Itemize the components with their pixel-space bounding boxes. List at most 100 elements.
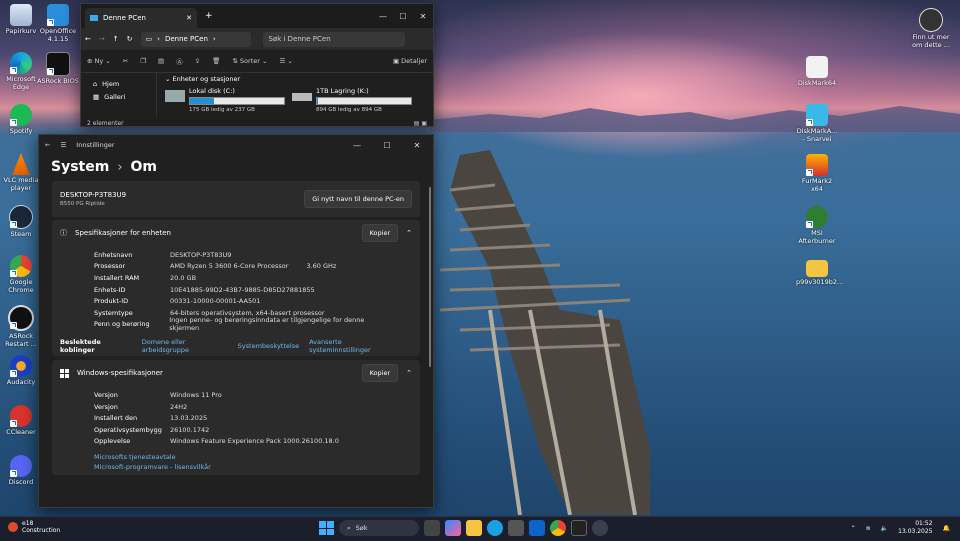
details-button[interactable]: ▣ Detaljer [393, 57, 427, 65]
link-domain-workgroup[interactable]: Domene eller arbeidsgruppe [142, 338, 228, 354]
clock[interactable]: 01:52 13.03.2025 [898, 520, 932, 536]
desktop-icon-folder[interactable]: p99v3019b2... [796, 256, 843, 287]
desktop-icon-asrock-restart[interactable]: ASRock Restart ... [0, 305, 42, 348]
desktop-icon-asrock-bios[interactable]: ASRock BIOS [37, 52, 79, 86]
desktop-icon-diskmark-shortcut[interactable]: DiskMarkA... - Snarvei [796, 104, 838, 143]
minimize-icon[interactable]: — [373, 12, 393, 21]
close-icon[interactable]: ✕ [413, 12, 433, 21]
desktop-icon-diskmark64[interactable]: DiskMark64 [796, 56, 838, 88]
chevron-up-icon[interactable]: ⌃ [406, 229, 412, 237]
tiles-view-icon[interactable]: ▣ [421, 120, 427, 126]
notification-bell-icon[interactable]: 🔔 [943, 525, 950, 532]
spec-key: Produkt-ID [94, 297, 129, 306]
terminal-icon[interactable] [571, 520, 587, 536]
desktop-icon-chrome[interactable]: Google Chrome [0, 255, 42, 294]
rename-icon[interactable]: Ⓐ [176, 56, 183, 66]
paste-icon[interactable]: ▤ [158, 57, 164, 65]
spec-row: Prosessor AMD Ryzen 5 3600 6-Core Process… [94, 261, 412, 273]
windows-spec-card: Windows-spesifikasjoner Kopier ⌃ Versjon… [52, 360, 420, 476]
back-arrow-icon[interactable]: ← [85, 35, 91, 43]
delete-icon[interactable]: 🗑 [212, 57, 220, 65]
up-arrow-icon[interactable]: ↑ [113, 35, 119, 43]
spec-row: Penn og berøring Ingen penne- og berøring… [94, 316, 412, 332]
desktop-icon-learn-more[interactable]: Finn ut mer om dette ... [910, 8, 952, 49]
taskbar-search[interactable]: ⌕ Søk [339, 520, 419, 536]
back-arrow-icon[interactable]: ← [45, 141, 50, 149]
address-bar[interactable]: ▭ › Denne PCen › [140, 31, 251, 47]
desktop-icon-audacity[interactable]: Audacity [0, 355, 42, 387]
view-icon[interactable]: ☰ ⌄ [279, 57, 292, 65]
desktop-icon-msi-afterburner[interactable]: MSI Afterburner [796, 206, 838, 245]
chrome-icon[interactable] [550, 520, 566, 536]
desktop-icon-edge[interactable]: Microsoft Edge [0, 52, 42, 91]
spec-value: 13.03.2025 [170, 414, 208, 423]
desktop-icon-steam[interactable]: Steam [0, 205, 42, 239]
settings-window[interactable]: ← ☰ Innstillinger — ☐ ✕ System › Om DESK… [38, 134, 434, 508]
search-box[interactable]: Søk i Denne PCen [262, 31, 405, 47]
edge-icon[interactable] [487, 520, 503, 536]
gallery-icon: ▦ [93, 92, 100, 101]
crumb-parent[interactable]: System [51, 159, 109, 175]
minimize-icon[interactable]: — [347, 141, 367, 150]
forward-arrow-icon[interactable]: → [99, 35, 105, 43]
nav-item-gallery[interactable]: ▦ Galleri [93, 90, 144, 103]
details-view-icon[interactable]: ▤ [414, 120, 420, 126]
cut-icon[interactable]: ✂ [123, 57, 128, 65]
file-explorer-window[interactable]: Denne PCen ✕ + — ☐ ✕ ← → ↑ ↻ ▭ › Denne PC… [80, 3, 434, 127]
new-button[interactable]: ⊕ Ny ⌄ [87, 57, 111, 65]
spec-row: Enhets-ID 10E41885-99D2-43B7-9885-D85D278… [94, 284, 412, 296]
new-tab-icon[interactable]: + [205, 11, 213, 21]
breadcrumb: System › Om [39, 155, 433, 181]
spec-value: 24H2 [170, 402, 188, 411]
wifi-icon[interactable]: ≋ [866, 525, 871, 532]
drive-k[interactable]: 1TB Lagring (K:) 894 GB ledig av 894 GB [292, 87, 412, 113]
copy-windows-spec-button[interactable]: Kopier [361, 364, 399, 383]
close-tab-icon[interactable]: ✕ [186, 14, 192, 22]
outlook-icon[interactable] [529, 520, 545, 536]
weather-widget[interactable]: e18 Construction [8, 520, 60, 534]
desktop-icon-furmark[interactable]: FurMark2 x64 [796, 154, 838, 193]
chevron-up-icon[interactable]: ⌃ [851, 525, 856, 532]
scrollbar[interactable] [429, 187, 431, 367]
tab-denne-pcen[interactable]: Denne PCen ✕ [85, 8, 197, 28]
link-service-agreement[interactable]: Microsofts tjenesteavtale [94, 453, 420, 463]
link-advanced-settings[interactable]: Avanserte systeminnstillinger [309, 338, 398, 354]
nav-item-home[interactable]: ⌂ Hjem [93, 77, 144, 90]
drive-icon [165, 90, 185, 102]
group-header[interactable]: ⌄ Enheter og stasjoner [165, 75, 425, 83]
settings-gear-icon[interactable] [592, 520, 608, 536]
volume-icon[interactable]: 🔈 [881, 525, 888, 532]
copy-device-spec-button[interactable]: Kopier [361, 224, 399, 242]
desktop-icon-openoffice[interactable]: OpenOffice 4.1.15 [37, 4, 79, 43]
refresh-icon[interactable]: ↻ [127, 35, 133, 43]
maximize-icon[interactable]: ☐ [377, 141, 397, 150]
chevron-up-icon[interactable]: ⌃ [406, 369, 412, 377]
copy-icon[interactable]: ❐ [140, 57, 146, 65]
store-icon[interactable] [508, 520, 524, 536]
audacity-icon [10, 355, 32, 377]
spec-key: Versjon [94, 402, 118, 411]
desktop-icon-discord[interactable]: Discord [0, 455, 42, 487]
rename-pc-button[interactable]: Gi nytt navn til denne PC-en [304, 190, 412, 208]
desktop-icon-recycle-bin[interactable]: Papirkurv [0, 4, 42, 36]
share-icon[interactable]: ⇪ [195, 57, 200, 65]
drive-c[interactable]: Lokal disk (C:) 175 GB ledig av 237 GB [165, 87, 285, 113]
desktop-icon-ccleaner[interactable]: CCleaner [0, 405, 42, 437]
maximize-icon[interactable]: ☐ [393, 12, 413, 21]
desktop-icon-spotify[interactable]: Spotify [0, 104, 42, 136]
copilot-icon[interactable] [445, 520, 461, 536]
menu-icon[interactable]: ☰ [60, 141, 66, 149]
taskview-icon[interactable] [424, 520, 440, 536]
device-card: DESKTOP-P3T83U9 B550 PG Riptide Gi nytt n… [52, 181, 420, 217]
discord-icon [10, 455, 32, 477]
sort-button[interactable]: ⇅ Sorter ⌄ [232, 57, 267, 65]
folder-icon [806, 260, 828, 277]
close-icon[interactable]: ✕ [407, 141, 427, 150]
link-system-protection[interactable]: Systembeskyttelse [238, 342, 299, 350]
start-windows-icon[interactable] [318, 520, 334, 536]
desktop-icon-vlc[interactable]: VLC media player [0, 153, 42, 192]
link-license-terms[interactable]: Microsoft-programvare - lisensvilkår [94, 463, 420, 473]
file-explorer-icon[interactable] [466, 520, 482, 536]
vlc-cone-icon [12, 153, 30, 175]
ccleaner-icon [10, 405, 32, 427]
